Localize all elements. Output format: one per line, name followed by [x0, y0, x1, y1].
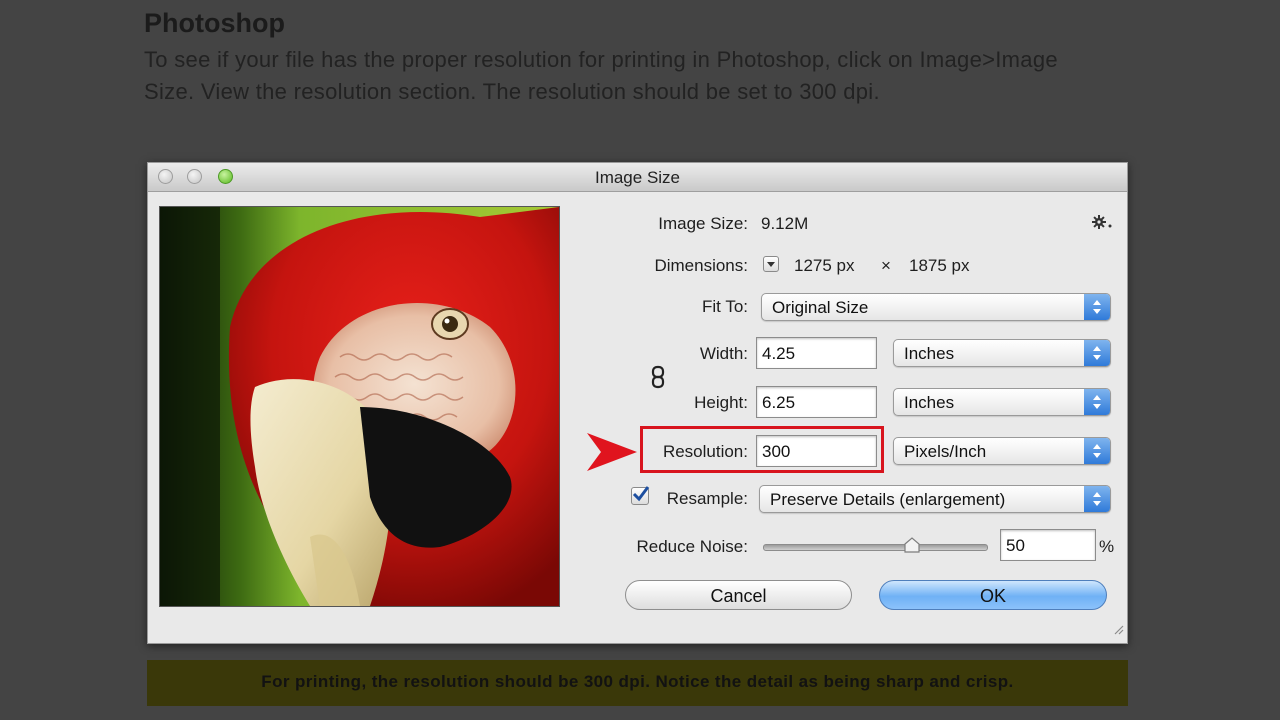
- reduce-noise-label: Reduce Noise:: [636, 537, 748, 556]
- ok-button[interactable]: OK: [879, 580, 1107, 610]
- resample-select[interactable]: Preserve Details (enlargement): [759, 485, 1111, 513]
- dialog-titlebar[interactable]: Image Size: [148, 163, 1127, 192]
- resolution-unit-select[interactable]: Pixels/Inch: [893, 437, 1111, 465]
- width-unit-value: Inches: [904, 344, 955, 363]
- image-size-dialog: Image Size Image Size: 9.12M Dimensions:…: [147, 162, 1128, 644]
- dimensions-height-value: 1875 px: [909, 256, 970, 275]
- dialog-title: Image Size: [594, 168, 681, 187]
- fit-to-label: Fit To:: [702, 297, 748, 316]
- dimensions-label: Dimensions:: [654, 256, 748, 275]
- resample-select-value: Preserve Details (enlargement): [770, 490, 1006, 509]
- caption-bar: For printing, the resolution should be 3…: [147, 660, 1128, 706]
- checkmark-icon: [632, 486, 650, 502]
- dimensions-dropdown-icon[interactable]: [763, 256, 779, 272]
- slide-title: Photoshop: [144, 8, 285, 38]
- cancel-button[interactable]: Cancel: [625, 580, 852, 610]
- caption-text: For printing, the resolution should be 3…: [261, 672, 1014, 691]
- resolution-unit-value: Pixels/Inch: [904, 442, 987, 461]
- resample-stepper-icon: [1084, 486, 1110, 512]
- dimensions-times-symbol: ×: [881, 256, 891, 275]
- percent-sign: %: [1099, 537, 1115, 556]
- height-input[interactable]: 6.25: [756, 386, 877, 418]
- fit-to-select-value: Original Size: [772, 298, 869, 317]
- width-unit-select[interactable]: Inches: [893, 339, 1111, 367]
- resolution-unit-stepper-icon: [1084, 438, 1110, 464]
- resolution-label: Resolution:: [662, 442, 748, 461]
- reduce-noise-slider[interactable]: [763, 544, 988, 551]
- resample-label: Resample:: [666, 489, 748, 508]
- red-arrow-icon: [587, 433, 637, 476]
- dimensions-width-value: 1275 px: [794, 256, 855, 275]
- width-input[interactable]: 4.25: [756, 337, 877, 369]
- reduce-noise-slider-thumb[interactable]: [903, 537, 921, 560]
- image-preview[interactable]: [159, 206, 560, 607]
- height-label: Height:: [694, 393, 748, 412]
- height-unit-stepper-icon: [1084, 389, 1110, 415]
- parrot-preview-image: [160, 207, 559, 606]
- reduce-noise-input[interactable]: 50: [1000, 529, 1096, 561]
- resize-grip-icon[interactable]: [1112, 622, 1124, 640]
- chain-link-icon[interactable]: [650, 365, 666, 394]
- width-unit-stepper-icon: [1084, 340, 1110, 366]
- fit-to-select[interactable]: Original Size: [761, 293, 1111, 321]
- resample-checkbox[interactable]: [631, 486, 650, 505]
- image-size-label: Image Size:: [658, 214, 748, 233]
- fit-to-stepper-icon: [1084, 294, 1110, 320]
- slide-description: To see if your file has the proper resol…: [144, 47, 1058, 104]
- width-label: Width:: [699, 344, 748, 363]
- resolution-input[interactable]: 300: [756, 435, 877, 467]
- height-unit-value: Inches: [904, 393, 955, 412]
- image-size-value: 9.12M: [761, 214, 809, 233]
- gear-icon[interactable]: [1091, 213, 1113, 236]
- height-unit-select[interactable]: Inches: [893, 388, 1111, 416]
